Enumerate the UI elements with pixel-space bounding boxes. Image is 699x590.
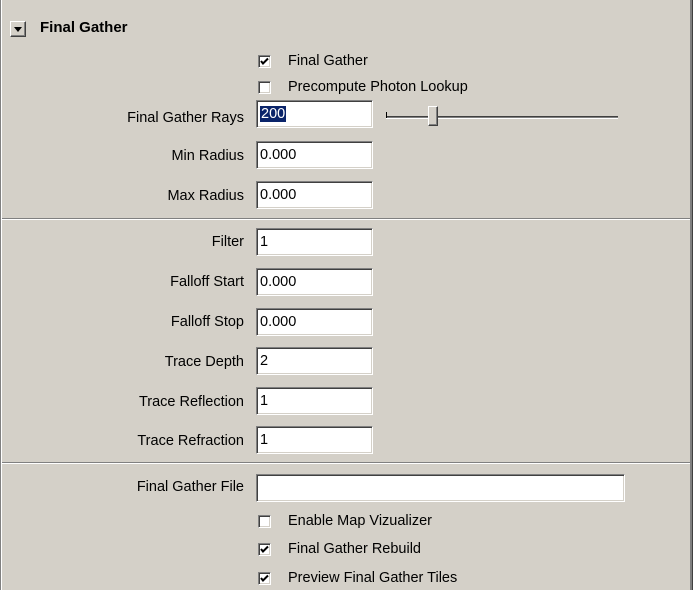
- section-divider-highlight: [2, 463, 690, 464]
- enable-map-vizualizer-checkbox[interactable]: [258, 515, 271, 528]
- panel-left-border-highlight: [1, 0, 2, 590]
- enable-map-vizualizer-label: Enable Map Vizualizer: [288, 513, 433, 529]
- trace-refraction-value: 1: [260, 432, 269, 448]
- section-title: Final Gather: [40, 19, 128, 36]
- trace-reflection-field[interactable]: 1: [256, 387, 373, 415]
- filter-label: Filter: [211, 234, 244, 250]
- final-gather-rays-field[interactable]: 200: [256, 100, 373, 128]
- final-gather-rays-slider-track[interactable]: [386, 116, 618, 119]
- trace-depth-label: Trace Depth: [164, 354, 244, 370]
- section-header: Final Gather: [0, 0, 690, 37]
- min-radius-field[interactable]: 0.000: [256, 141, 373, 169]
- trace-refraction-field[interactable]: 1: [256, 426, 373, 454]
- section-divider-highlight: [2, 219, 690, 220]
- trace-refraction-label: Trace Refraction: [137, 433, 244, 449]
- preview-final-gather-tiles-checkbox[interactable]: [258, 572, 271, 585]
- checkmark-icon: [260, 574, 269, 582]
- max-radius-label: Max Radius: [167, 188, 244, 204]
- precompute-photon-lookup-label: Precompute Photon Lookup: [288, 79, 468, 95]
- checkmark-icon: [260, 545, 269, 553]
- falloff-start-value: 0.000: [260, 274, 297, 290]
- falloff-stop-field[interactable]: 0.000: [256, 308, 373, 336]
- panel-right-border-shadow: [692, 0, 693, 590]
- final-gather-rebuild-checkbox[interactable]: [258, 543, 271, 556]
- falloff-stop-value: 0.000: [260, 314, 297, 330]
- final-gather-checkbox[interactable]: [258, 55, 271, 68]
- max-radius-field[interactable]: 0.000: [256, 181, 373, 209]
- falloff-start-field[interactable]: 0.000: [256, 268, 373, 296]
- attribute-editor-panel: Final Gather Final Gather Precompute Pho…: [0, 0, 690, 590]
- trace-reflection-value: 1: [260, 393, 269, 409]
- final-gather-checkbox-label: Final Gather: [288, 53, 368, 69]
- final-gather-rays-value: 200: [260, 106, 287, 122]
- final-gather-rays-label: Final Gather Rays: [127, 110, 244, 126]
- preview-final-gather-tiles-label: Preview Final Gather Tiles: [288, 570, 458, 586]
- trace-depth-value: 2: [260, 353, 269, 369]
- final-gather-file-field[interactable]: [256, 474, 625, 502]
- final-gather-file-label: Final Gather File: [136, 479, 244, 495]
- collapse-section-button[interactable]: [10, 21, 26, 37]
- min-radius-value: 0.000: [260, 147, 297, 163]
- max-radius-value: 0.000: [260, 187, 297, 203]
- final-gather-rays-slider-thumb[interactable]: [428, 106, 438, 126]
- triangle-down-icon: [14, 27, 22, 32]
- checkmark-icon: [260, 57, 269, 65]
- slider-min-tick: [386, 112, 387, 118]
- trace-depth-field[interactable]: 2: [256, 347, 373, 375]
- precompute-photon-lookup-checkbox[interactable]: [258, 81, 271, 94]
- falloff-start-label: Falloff Start: [170, 274, 244, 290]
- falloff-stop-label: Falloff Stop: [170, 314, 244, 330]
- filter-field[interactable]: 1: [256, 228, 373, 256]
- trace-reflection-label: Trace Reflection: [138, 394, 244, 410]
- final-gather-rebuild-label: Final Gather Rebuild: [288, 541, 421, 557]
- min-radius-label: Min Radius: [171, 148, 244, 164]
- filter-value: 1: [260, 234, 269, 250]
